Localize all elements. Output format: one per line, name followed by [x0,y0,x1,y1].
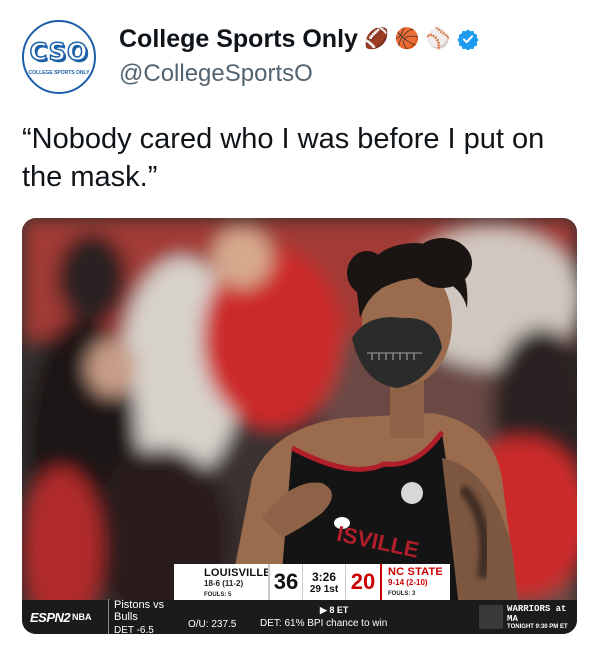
game-clock: 3:26 29 1st [302,564,346,600]
score-panel: LOUISVILLE 18-6 (11-2) FOULS: 5 36 3:26 … [174,564,450,600]
ticker-game: Pistons vs Bulls DET -6.5 [108,598,188,635]
ticker-league: NBA [72,612,92,622]
away-score: 36 [268,564,302,600]
promo-thumbnail [479,605,504,629]
ticker-total: O/U: 237.5 [188,618,237,630]
ticker-bpi: ▶ 8 ET DET: 61% BPI chance to win [260,605,450,629]
basketball-icon: 🏀 [394,28,420,50]
handle[interactable]: @CollegeSportsO [119,60,313,88]
tweet-header: CSO COLLEGE SPORTS ONLY College Sports O… [22,18,582,98]
network-logo: ESPN2 [30,609,71,625]
home-score: 20 [350,569,376,594]
promo-subtitle: TONIGHT 9:30 PM ET [507,624,568,630]
bottom-ticker: ESPN2 NBA Pistons vs Bulls DET -6.5 O/U:… [22,598,577,635]
clock-time: 3:26 [311,569,337,584]
ticker-matchup: Pistons vs Bulls [114,598,165,623]
avatar[interactable]: CSO COLLEGE SPORTS ONLY [22,20,96,94]
home-team-fouls: FOULS: 3 [388,591,416,597]
scoreboard: LOUISVILLE 18-6 (11-2) FOULS: 5 36 3:26 … [22,564,577,634]
away-team-name: LOUISVILLE [204,567,271,579]
away-team-record: 18-6 (11-2) [204,579,244,588]
ticker-promo: WARRIORS at MA TONIGHT 9:30 PM ET [477,600,577,634]
tweet-media[interactable]: ISVILLE LOUISVILLE 18-6 (11-2) FOULS: 5 … [22,218,577,634]
avatar-logo-text: CSO [29,37,89,67]
name-row: College Sports Only 🏈 🏀 ⚾ [119,22,479,56]
verified-badge-icon [457,29,479,50]
away-team: LOUISVILLE 18-6 (11-2) FOULS: 5 [174,564,271,600]
ticker-status: ▶ 8 ET [320,605,349,615]
avatar-logo-subtext: COLLEGE SPORTS ONLY [28,70,90,76]
display-name[interactable]: College Sports Only [119,25,358,54]
promo-title: WARRIORS at MA [507,604,567,624]
football-icon: 🏈 [363,28,389,50]
baseball-icon: ⚾ [425,28,451,50]
home-team: NC STATE 9-14 (2-10) FOULS: 3 [380,564,450,600]
tweet-text: “Nobody cared who I was before I put on … [22,123,545,193]
home-team-record: 9-14 (2-10) [388,578,428,587]
ticker-bpi-text: DET: 61% BPI chance to win [260,618,388,629]
away-team-fouls: FOULS: 5 [204,592,232,598]
ticker-spread: DET -6.5 [114,624,154,635]
clock-period: 29 1st [309,583,339,595]
home-team-name: NC STATE [388,566,443,578]
